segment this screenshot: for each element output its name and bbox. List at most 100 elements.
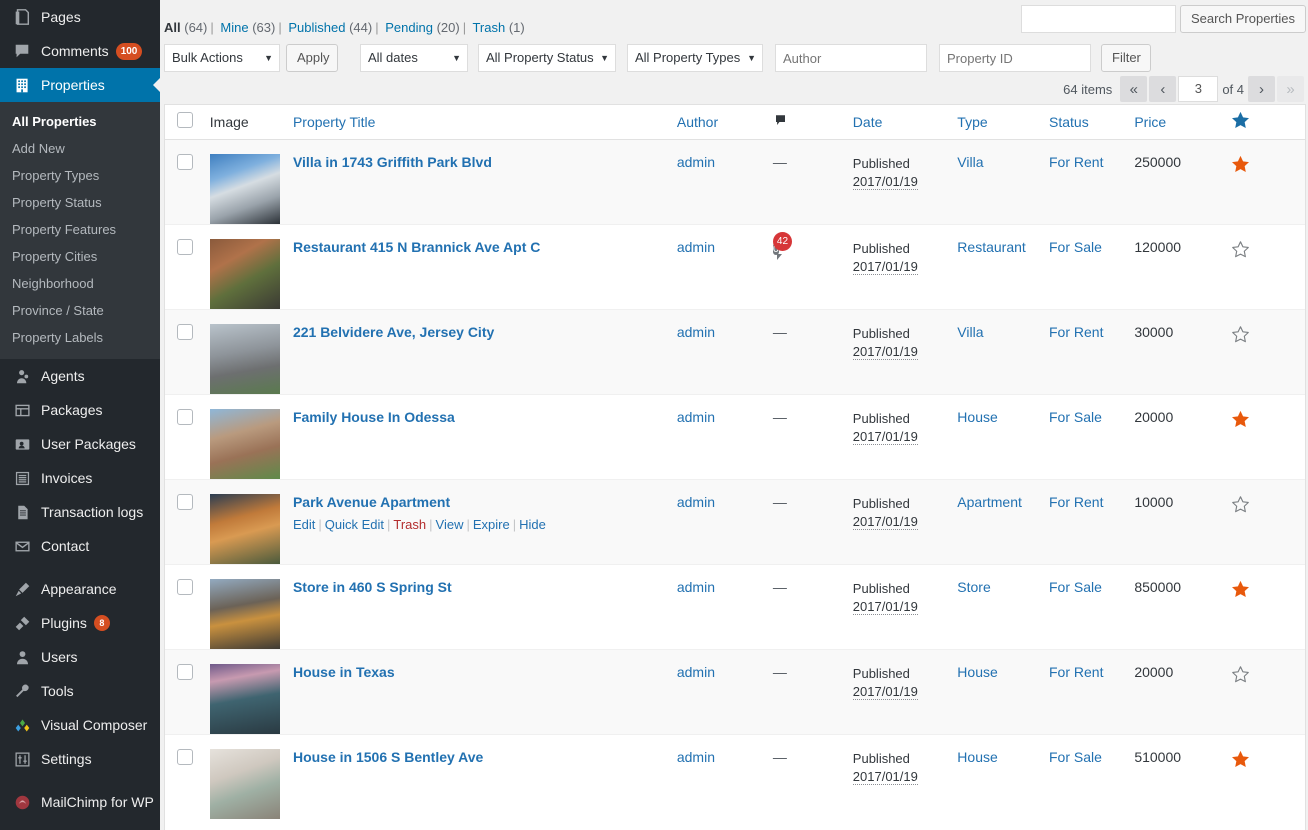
sidebar-item-settings[interactable]: Settings: [0, 742, 160, 776]
submenu-item-property-types[interactable]: Property Types: [0, 162, 160, 189]
sidebar-item-transaction-logs[interactable]: Transaction logs: [0, 495, 160, 529]
header-author[interactable]: Author: [677, 105, 773, 139]
sidebar-item-plugins[interactable]: Plugins 8: [0, 606, 160, 640]
header-type[interactable]: Type: [957, 105, 1049, 139]
row-checkbox[interactable]: [177, 579, 193, 595]
last-page-button[interactable]: »: [1277, 76, 1304, 102]
property-title-link[interactable]: Store in 460 S Spring St: [293, 579, 452, 595]
search-input[interactable]: [1021, 5, 1176, 33]
view-link-trash[interactable]: Trash: [472, 20, 505, 35]
submenu-item-property-features[interactable]: Property Features: [0, 216, 160, 243]
property-status-link[interactable]: For Sale: [1049, 579, 1102, 595]
featured-star-empty-icon[interactable]: [1230, 664, 1251, 685]
property-thumbnail[interactable]: [210, 664, 280, 734]
submenu-item-neighborhood[interactable]: Neighborhood: [0, 270, 160, 297]
sidebar-item-user-packages[interactable]: User Packages: [0, 427, 160, 461]
property-thumbnail[interactable]: [210, 579, 280, 649]
property-title-link[interactable]: Restaurant 415 N Brannick Ave Apt C: [293, 239, 540, 255]
sidebar-item-tools[interactable]: Tools: [0, 674, 160, 708]
property-status-link[interactable]: For Sale: [1049, 749, 1102, 765]
header-price[interactable]: Price: [1134, 105, 1230, 139]
sidebar-item-packages[interactable]: Packages: [0, 393, 160, 427]
apply-button[interactable]: Apply: [286, 44, 338, 72]
sidebar-item-appearance[interactable]: Appearance: [0, 572, 160, 606]
property-type-link[interactable]: Store: [957, 579, 990, 595]
author-link[interactable]: admin: [677, 239, 715, 255]
bulk-actions-select[interactable]: Bulk Actions ▼: [164, 44, 280, 72]
submenu-item-property-status[interactable]: Property Status: [0, 189, 160, 216]
submenu-item-all-properties[interactable]: All Properties: [0, 108, 160, 135]
row-action-expire[interactable]: Expire: [473, 517, 510, 532]
search-properties-button[interactable]: Search Properties: [1180, 5, 1306, 33]
author-link[interactable]: admin: [677, 154, 715, 170]
header-featured[interactable]: [1230, 105, 1305, 139]
property-status-link[interactable]: For Sale: [1049, 239, 1102, 255]
select-all-checkbox[interactable]: [177, 112, 193, 128]
view-link-published[interactable]: Published: [288, 20, 345, 35]
view-link-mine[interactable]: Mine: [220, 20, 248, 35]
header-date[interactable]: Date: [853, 105, 958, 139]
featured-star-filled-icon[interactable]: [1230, 409, 1251, 430]
sidebar-item-invoices[interactable]: Invoices: [0, 461, 160, 495]
comment-bubble[interactable]: 042: [773, 239, 779, 259]
row-action-quick-edit[interactable]: Quick Edit: [325, 517, 384, 532]
row-checkbox[interactable]: [177, 664, 193, 680]
property-type-link[interactable]: House: [957, 664, 997, 680]
view-link-all[interactable]: All: [164, 20, 181, 35]
row-checkbox[interactable]: [177, 239, 193, 255]
next-page-button[interactable]: ›: [1248, 76, 1275, 102]
property-status-link[interactable]: For Rent: [1049, 664, 1103, 680]
sidebar-item-pages[interactable]: Pages: [0, 0, 160, 34]
row-checkbox[interactable]: [177, 154, 193, 170]
author-input[interactable]: [775, 44, 927, 72]
author-link[interactable]: admin: [677, 579, 715, 595]
row-action-view[interactable]: View: [436, 517, 464, 532]
property-title-link[interactable]: Family House In Odessa: [293, 409, 455, 425]
submenu-item-province-state[interactable]: Province / State: [0, 297, 160, 324]
sidebar-item-agents[interactable]: Agents: [0, 359, 160, 393]
property-type-link[interactable]: House: [957, 409, 997, 425]
filter-button[interactable]: Filter: [1101, 44, 1151, 72]
first-page-button[interactable]: «: [1120, 76, 1147, 102]
author-link[interactable]: admin: [677, 409, 715, 425]
header-property-title[interactable]: Property Title: [293, 105, 677, 139]
sidebar-item-contact[interactable]: Contact: [0, 529, 160, 563]
property-status-link[interactable]: For Rent: [1049, 494, 1103, 510]
property-type-link[interactable]: Villa: [957, 324, 983, 340]
row-action-hide[interactable]: Hide: [519, 517, 546, 532]
sidebar-item-properties[interactable]: Properties: [0, 68, 160, 102]
row-action-edit[interactable]: Edit: [293, 517, 315, 532]
property-thumbnail[interactable]: [210, 494, 280, 564]
property-type-link[interactable]: Apartment: [957, 494, 1022, 510]
submenu-item-property-labels[interactable]: Property Labels: [0, 324, 160, 351]
dates-select[interactable]: All dates ▼: [360, 44, 468, 72]
property-title-link[interactable]: House in 1506 S Bentley Ave: [293, 749, 483, 765]
featured-star-filled-icon[interactable]: [1230, 579, 1251, 600]
property-title-link[interactable]: 221 Belvidere Ave, Jersey City: [293, 324, 494, 340]
submenu-item-add-new[interactable]: Add New: [0, 135, 160, 162]
property-thumbnail[interactable]: [210, 324, 280, 394]
current-page-input[interactable]: 3: [1178, 76, 1218, 102]
featured-star-empty-icon[interactable]: [1230, 494, 1251, 515]
property-type-link[interactable]: House: [957, 749, 997, 765]
property-status-link[interactable]: For Rent: [1049, 324, 1103, 340]
property-thumbnail[interactable]: [210, 239, 280, 309]
previous-page-button[interactable]: ‹: [1149, 76, 1176, 102]
row-checkbox[interactable]: [177, 324, 193, 340]
featured-star-filled-icon[interactable]: [1230, 154, 1251, 175]
property-title-link[interactable]: House in Texas: [293, 664, 395, 680]
row-checkbox[interactable]: [177, 494, 193, 510]
author-link[interactable]: admin: [677, 324, 715, 340]
featured-star-filled-icon[interactable]: [1230, 749, 1251, 770]
author-link[interactable]: admin: [677, 494, 715, 510]
property-thumbnail[interactable]: [210, 749, 280, 819]
header-comments[interactable]: [773, 105, 853, 139]
sidebar-item-comments[interactable]: Comments 100: [0, 34, 160, 68]
featured-star-empty-icon[interactable]: [1230, 324, 1251, 345]
property-types-select[interactable]: All Property Types ▼: [627, 44, 763, 72]
author-link[interactable]: admin: [677, 664, 715, 680]
property-title-link[interactable]: Park Avenue Apartment: [293, 494, 450, 510]
view-link-pending[interactable]: Pending: [385, 20, 433, 35]
property-id-input[interactable]: [939, 44, 1091, 72]
row-checkbox[interactable]: [177, 409, 193, 425]
